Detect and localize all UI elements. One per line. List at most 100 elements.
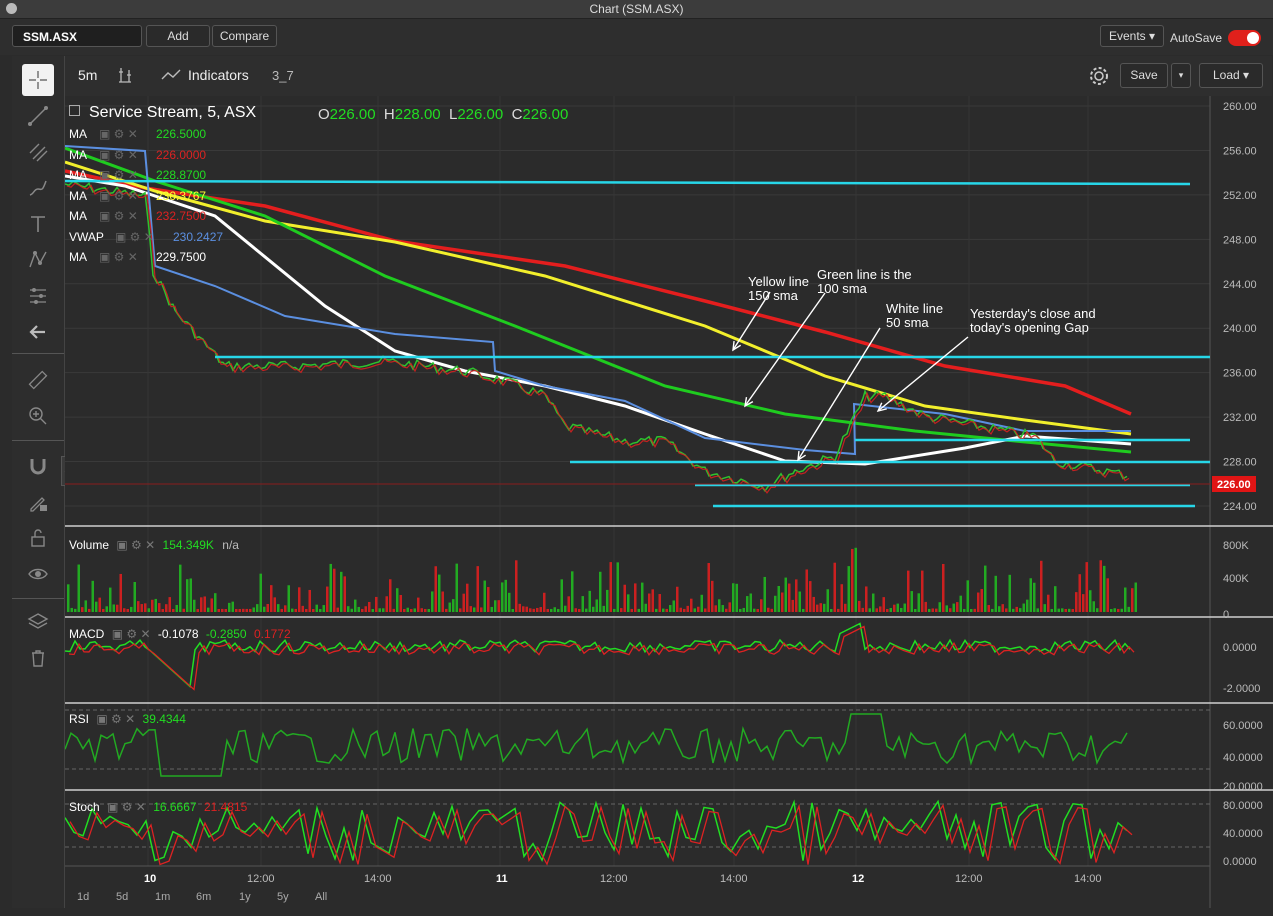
zoom-tool[interactable] (22, 400, 54, 432)
delete-tool[interactable] (22, 642, 54, 674)
symbol-input[interactable]: SSM.ASX (12, 25, 142, 47)
autosave-toggle[interactable] (1228, 30, 1261, 46)
save-button[interactable]: Save (1120, 63, 1168, 88)
text-tool[interactable] (22, 208, 54, 240)
study-controls[interactable]: ▣ ⚙ ✕ (99, 250, 138, 264)
study-controls[interactable]: ▣ ⚙ ✕ (99, 189, 138, 203)
volume-bar (917, 593, 920, 612)
time-tick-label: 14:00 (1074, 873, 1102, 885)
volume-bar (984, 565, 987, 612)
range-button[interactable]: 5y (277, 891, 289, 903)
volume-bar (665, 608, 668, 612)
study-controls[interactable]: ▣ ⚙ ✕ (115, 230, 154, 244)
save-options-dropdown[interactable]: ▾ (1171, 63, 1191, 88)
volume-bar (543, 592, 546, 612)
load-dropdown[interactable]: Load ▾ (1199, 63, 1263, 88)
volume-bar (721, 605, 724, 612)
volume-bar (151, 599, 154, 612)
study-controls[interactable]: ▣ ⚙ ✕ (99, 148, 138, 162)
volume-bar (368, 601, 371, 612)
lock-drawing-tool[interactable] (22, 486, 54, 518)
collapse-legend-box[interactable] (69, 105, 80, 119)
measure-tool[interactable] (22, 280, 54, 312)
volume-bar (91, 580, 94, 612)
range-button[interactable]: 1y (239, 891, 251, 903)
volume-bar (959, 595, 962, 612)
volume-bar (1106, 578, 1109, 612)
interval-selector[interactable]: 5m (78, 67, 97, 83)
add-button[interactable]: Add (146, 25, 210, 47)
volume-bar (532, 608, 535, 612)
volume-bar (655, 608, 658, 612)
time-tick-label: 14:00 (364, 873, 392, 885)
window-close-dot[interactable] (6, 3, 17, 14)
volume-bar (882, 597, 885, 612)
range-button[interactable]: 1m (155, 891, 170, 903)
volume-bar (284, 605, 287, 612)
brush-tool[interactable] (22, 172, 54, 204)
volume-bar (1078, 574, 1081, 612)
crosshair-tool[interactable] (22, 64, 54, 96)
volume-bar (266, 603, 269, 612)
study-controls[interactable]: ▣ ⚙ ✕ (99, 127, 138, 141)
compare-button[interactable]: Compare (212, 25, 277, 47)
volume-bar (833, 562, 836, 612)
volume-bar (788, 583, 791, 612)
study-row: VWAP ▣ ⚙ ✕ 230.2427 (69, 230, 223, 244)
range-button[interactable]: 6m (196, 891, 211, 903)
volume-bar (742, 607, 745, 612)
volume-bar (322, 605, 325, 612)
volume-bar (340, 571, 343, 612)
volume-bar (431, 591, 434, 612)
study-controls[interactable]: ▣ ⚙ ✕ (99, 168, 138, 182)
layers-tool[interactable] (22, 606, 54, 638)
drawing-toolbar: ‹ (12, 56, 71, 908)
chart-svg[interactable]: 260.00 256.00 252.00 248.00 244.00 240.00 236.… (64, 96, 1273, 908)
indicators-icon[interactable] (161, 68, 181, 82)
candle-type-icon[interactable] (117, 66, 133, 84)
price-tick-label: 256.00 (1223, 145, 1257, 157)
volume-bar (819, 603, 822, 612)
volume-bar (277, 604, 280, 612)
time-tick-label: 12:00 (955, 873, 983, 885)
volume-bar (179, 564, 182, 612)
layout-name[interactable]: 3_7 (272, 68, 294, 83)
volume-bar (735, 583, 738, 612)
gear-icon[interactable] (1088, 65, 1110, 87)
volume-bar (245, 608, 248, 612)
volume-bar (711, 580, 714, 612)
horizontal-line[interactable] (64, 179, 1191, 186)
volume-bar (1043, 604, 1046, 612)
volume-bar (1001, 604, 1004, 612)
volume-bar (546, 608, 549, 612)
rsi-tick-label: 20.0000 (1223, 781, 1263, 793)
volume-bar (238, 608, 241, 612)
volume-bar (175, 604, 178, 612)
magnet-tool[interactable] (22, 450, 54, 482)
events-dropdown[interactable]: Events ▾ (1100, 25, 1164, 47)
range-button[interactable]: 5d (116, 891, 128, 903)
line-tool[interactable] (22, 100, 54, 132)
volume-bar (574, 608, 577, 612)
volume-bar (371, 609, 374, 612)
volume-bar (648, 593, 651, 612)
chart-area[interactable]: 260.00 256.00 252.00 248.00 244.00 240.00 236.… (64, 96, 1273, 908)
indicators-button[interactable]: Indicators (188, 67, 249, 83)
back-tool[interactable] (22, 316, 54, 348)
window-titlebar: Chart (SSM.ASX) (0, 0, 1273, 19)
volume-bar (105, 606, 108, 612)
pattern-tool[interactable] (22, 244, 54, 276)
range-button[interactable]: 1d (77, 891, 89, 903)
range-button[interactable]: All (315, 891, 327, 903)
volume-bar (1022, 603, 1025, 612)
visibility-tool[interactable] (22, 558, 54, 590)
volume-bar (161, 609, 164, 612)
volume-bar (921, 570, 924, 612)
annotation-white-line: White line 50 sma (886, 301, 944, 330)
volume-bar (504, 579, 507, 612)
fib-tool[interactable] (22, 136, 54, 168)
study-controls[interactable]: ▣ ⚙ ✕ (99, 209, 138, 223)
ruler-tool[interactable] (22, 364, 54, 396)
unlock-tool[interactable] (22, 522, 54, 554)
volume-bar (326, 586, 329, 612)
